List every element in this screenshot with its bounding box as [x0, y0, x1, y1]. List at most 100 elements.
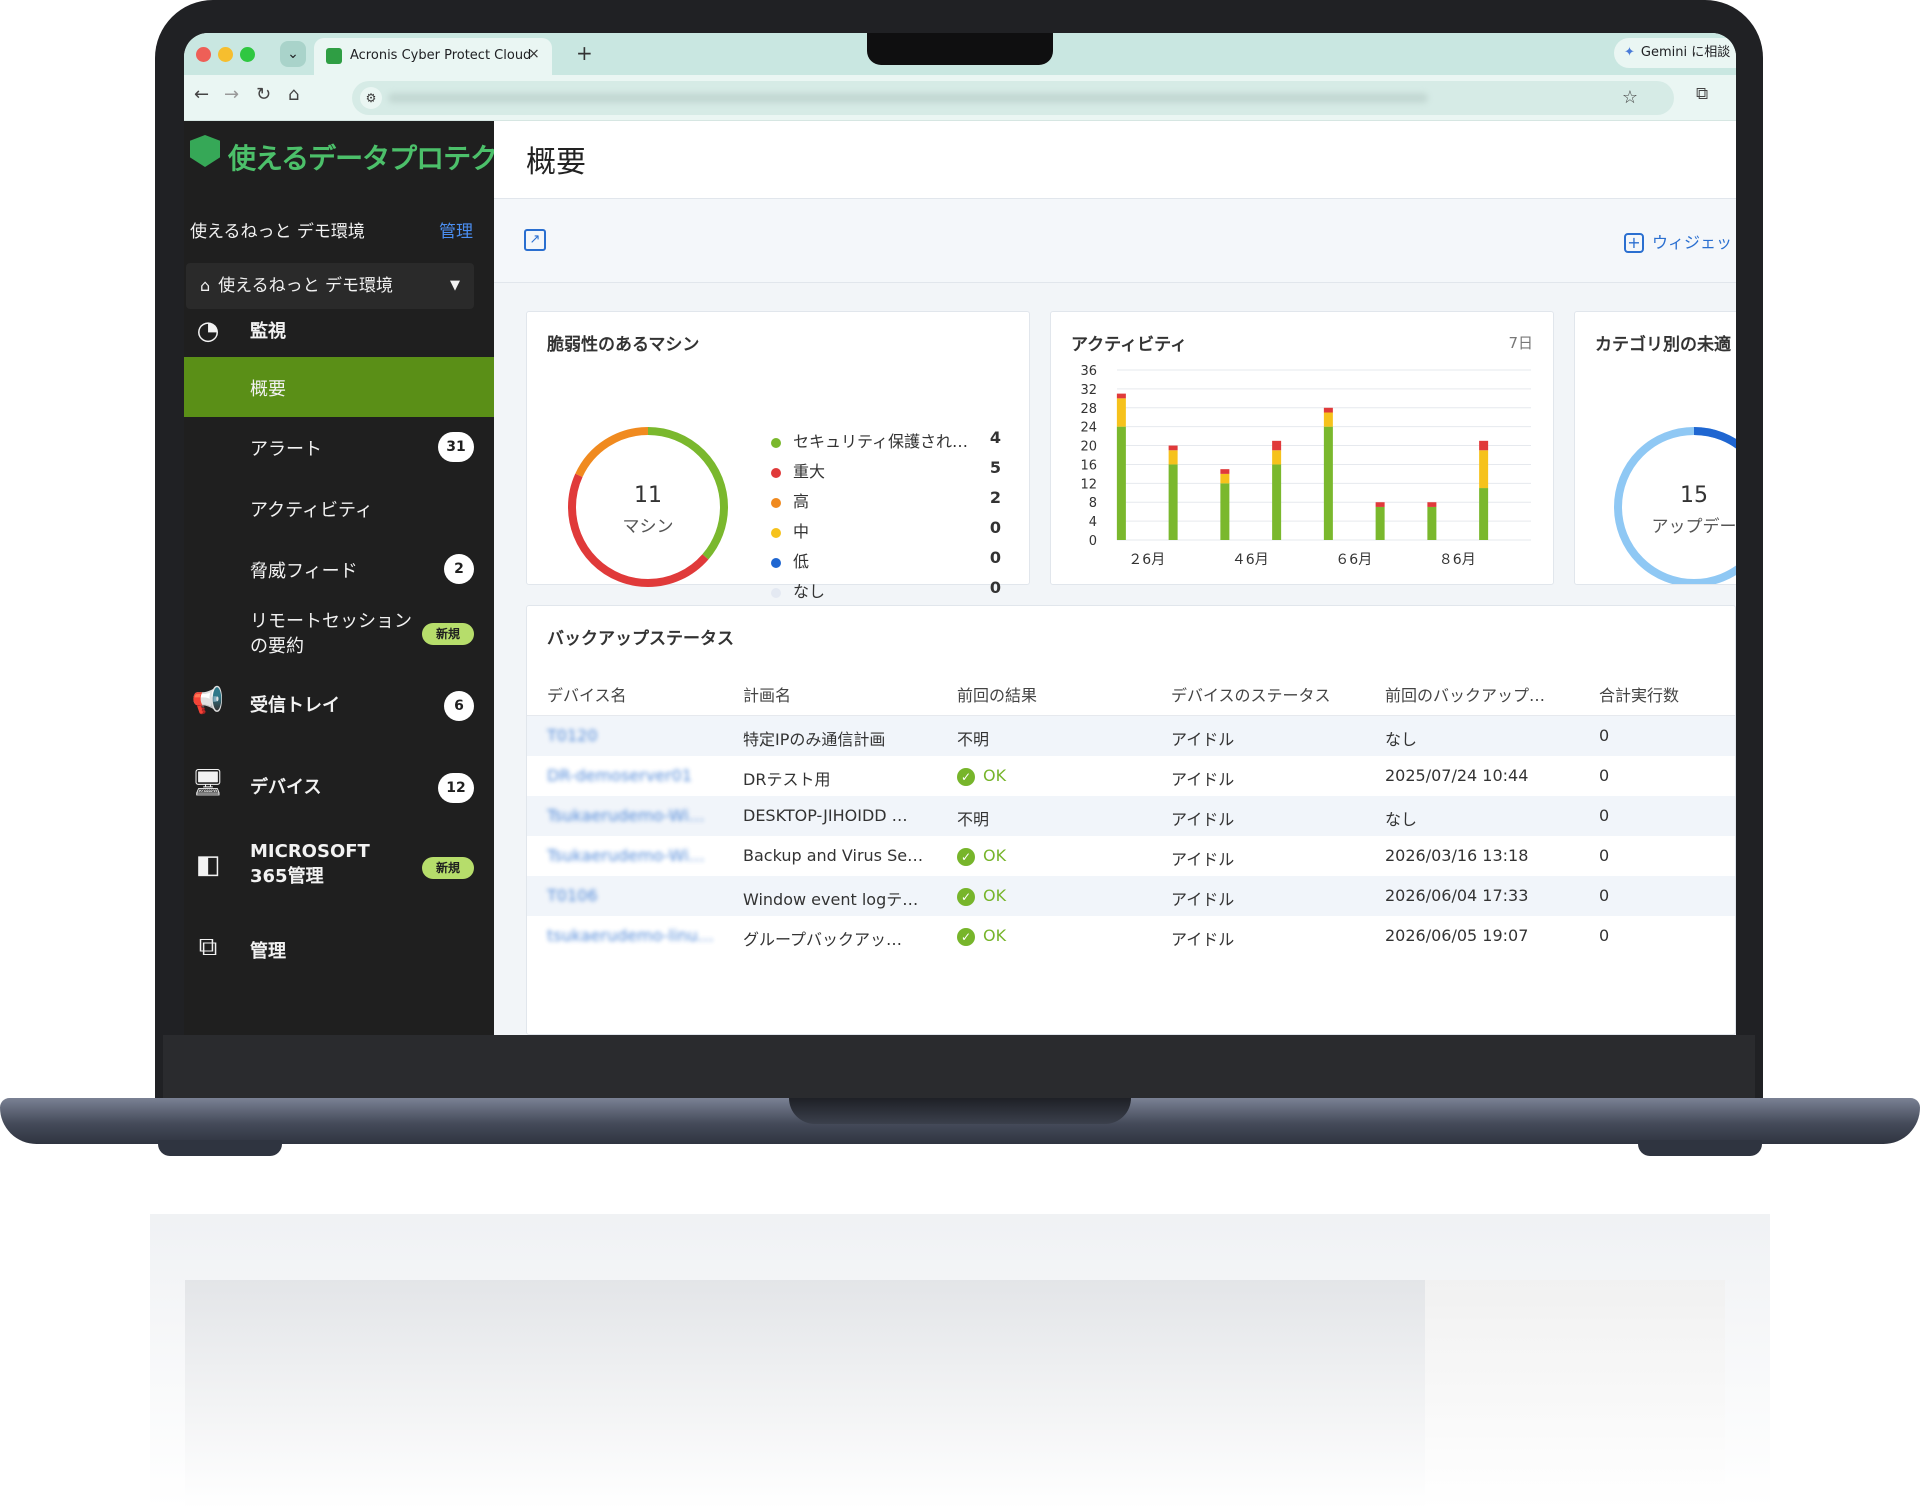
last-result: 不明: [957, 726, 1157, 750]
device-name-link[interactable]: Tsukaerudemo-Wi…: [547, 806, 723, 825]
bar-segment: [1323, 426, 1333, 540]
laptop-chin: [163, 1035, 1755, 1099]
minimize-window-icon[interactable]: [218, 47, 233, 62]
legend-label: 高: [793, 492, 810, 511]
legend-value: 2: [989, 488, 1001, 507]
y-tick-label: 4: [1089, 515, 1097, 530]
sidebar-section-label: 管理: [250, 941, 286, 962]
sidebar-item-overview[interactable]: 概要: [184, 357, 494, 417]
column-header[interactable]: デバイスのステータス: [1171, 682, 1331, 706]
sidebar-section-m365[interactable]: ◧ MICROSOFT 365管理 新規: [184, 835, 494, 895]
add-widget-label: ウィジェット: [1652, 233, 1736, 252]
table-row[interactable]: DR-demoserver01 DRテスト用 ✓ OK アイドル 2025/07/24 1…: [527, 756, 1735, 796]
new-badge: 新規: [422, 857, 474, 879]
bar-segment: [1116, 398, 1126, 427]
manage-icon: ⧉: [198, 932, 218, 962]
backup-status-card: バックアップステータス デバイス名 計画名 前回の結果 デバイスのステータス 前…: [526, 605, 1736, 1035]
tenant-selector[interactable]: ⌂ 使えるねっと デモ環境 ▼: [186, 263, 474, 309]
reload-icon[interactable]: ↻: [256, 84, 271, 105]
home-icon[interactable]: ⌂: [288, 84, 299, 105]
sidebar-item-threat-feed[interactable]: 脅威フィード 2: [184, 539, 494, 599]
back-icon[interactable]: ←: [194, 84, 209, 105]
card-title: 脆弱性のあるマシン: [547, 335, 700, 355]
column-header[interactable]: 合計実行数: [1599, 682, 1679, 706]
legend-label: 低: [793, 552, 810, 571]
tab-close-icon[interactable]: ×: [528, 46, 540, 62]
period-label: 7日: [1508, 334, 1533, 352]
x-tick-label: ２6月: [1128, 552, 1165, 568]
admin-link[interactable]: 管理: [439, 217, 473, 242]
plan-name: グループバックアッ…: [743, 930, 903, 949]
sidebar-section-devices[interactable]: 🖥 デバイス 12: [184, 761, 494, 811]
activity-card: アクティビティ 7日 0 4 8 12 16 20 24 28 32 36 ２6月 ４6月 ６6月 ８6月: [1050, 311, 1554, 585]
device-name-link[interactable]: T0120: [547, 726, 723, 745]
bookmark-star-icon[interactable]: ☆: [1622, 87, 1638, 108]
sidebar-section-label: 監視: [250, 321, 286, 342]
last-backup: なし: [1385, 730, 1418, 749]
device-status: アイドル: [1171, 810, 1235, 829]
result-text: OK: [983, 886, 1007, 905]
card-title: アクティビティ: [1071, 335, 1188, 355]
gemini-button[interactable]: ✦ Gemini に相談: [1614, 38, 1736, 68]
tab-search-icon[interactable]: ⌄: [280, 41, 306, 67]
legend-label: なし: [793, 582, 826, 601]
bar-segment: [1479, 450, 1489, 489]
column-header[interactable]: デバイス名: [547, 682, 627, 706]
close-window-icon[interactable]: [196, 47, 211, 62]
card-title: バックアップステータス: [547, 629, 734, 649]
table-row[interactable]: T0106 Window event logテ… ✓ OK アイドル 2026/06/04…: [527, 876, 1735, 916]
column-header[interactable]: 計画名: [743, 682, 791, 706]
x-tick-label: ４6月: [1232, 552, 1269, 568]
last-backup: なし: [1385, 810, 1418, 829]
last-backup: 2026/06/04 17:33: [1385, 886, 1529, 905]
vulnerable-donut: 11 マシン: [568, 427, 728, 587]
device-name-link[interactable]: Tsukaerudemo-Wi…: [547, 846, 723, 865]
column-header[interactable]: 前回のバックアップ…: [1385, 682, 1545, 706]
extensions-icon[interactable]: ⧉: [1696, 84, 1708, 104]
address-bar[interactable]: ⚙ ☆: [352, 81, 1674, 115]
bar-segment: [1375, 506, 1385, 540]
table-row[interactable]: Tsukaerudemo-Wi… DESKTOP-JIHOIDD … 不明 アイドル な…: [527, 796, 1735, 836]
device-name-link[interactable]: T0106: [547, 886, 723, 905]
device-name-link[interactable]: DR-demoserver01: [547, 766, 723, 785]
legend-item: セキュリティ保護され… 4: [771, 428, 1021, 452]
table-row[interactable]: Tsukaerudemo-Wi… Backup and Virus Se… ✓ OK ア…: [527, 836, 1735, 876]
new-tab-button[interactable]: +: [576, 41, 593, 65]
browser-tab[interactable]: Acronis Cyber Protect Cloud ×: [314, 38, 552, 75]
table-header: デバイス名 計画名 前回の結果 デバイスのステータス 前回のバックアップ… 合計…: [527, 666, 1735, 716]
sidebar-item-label: アクティビティ: [250, 500, 373, 521]
sidebar-section-manage[interactable]: ⧉ 管理: [184, 925, 494, 965]
total-runs: 0: [1599, 766, 1610, 785]
y-tick-label: 24: [1080, 421, 1097, 436]
devices-count-badge: 12: [438, 773, 474, 803]
sidebar-section-monitor[interactable]: ◔ 監視: [184, 309, 494, 349]
legend-value: 0: [989, 578, 1001, 597]
sidebar-item-remote-session[interactable]: リモートセッションの要約 新規: [184, 601, 494, 667]
expand-icon[interactable]: ↗: [524, 229, 546, 251]
result-text: 不明: [957, 810, 990, 829]
table-row[interactable]: T0120 特定IPのみ通信計画 不明 アイドル なし 0: [527, 716, 1735, 756]
legend-item: 中0: [771, 518, 1021, 542]
blurred-url: [388, 93, 1428, 103]
bar-segment: [1272, 464, 1282, 540]
sidebar-item-alerts[interactable]: アラート 31: [184, 417, 494, 477]
legend-label: 重大: [793, 462, 826, 481]
column-header[interactable]: 前回の結果: [957, 682, 1037, 706]
table-row[interactable]: tsukaerudemo-linu… グループバックアッ… ✓ OK アイドル 2026/…: [527, 916, 1735, 956]
bar-segment: [1220, 469, 1230, 474]
legend-value: 0: [989, 518, 1001, 537]
reflection-panel: [185, 1280, 1425, 1509]
maximize-window-icon[interactable]: [240, 47, 255, 62]
add-widget-button[interactable]: + ウィジェット: [1624, 229, 1736, 253]
sidebar-section-inbox[interactable]: 📢 受信トレイ 6: [184, 679, 494, 729]
last-result: ✓ OK: [957, 926, 1157, 946]
device-name-link[interactable]: tsukaerudemo-linu…: [547, 926, 723, 945]
plan-name: DRテスト用: [743, 770, 831, 789]
forward-icon[interactable]: →: [224, 84, 239, 105]
site-info-icon[interactable]: ⚙: [360, 87, 382, 109]
bar-segment: [1375, 502, 1385, 507]
legend-label: 中: [793, 522, 810, 541]
sidebar-item-activity[interactable]: アクティビティ: [184, 478, 494, 538]
legend-item: 低0: [771, 548, 1021, 572]
gemini-label: Gemini に相談: [1640, 45, 1731, 60]
